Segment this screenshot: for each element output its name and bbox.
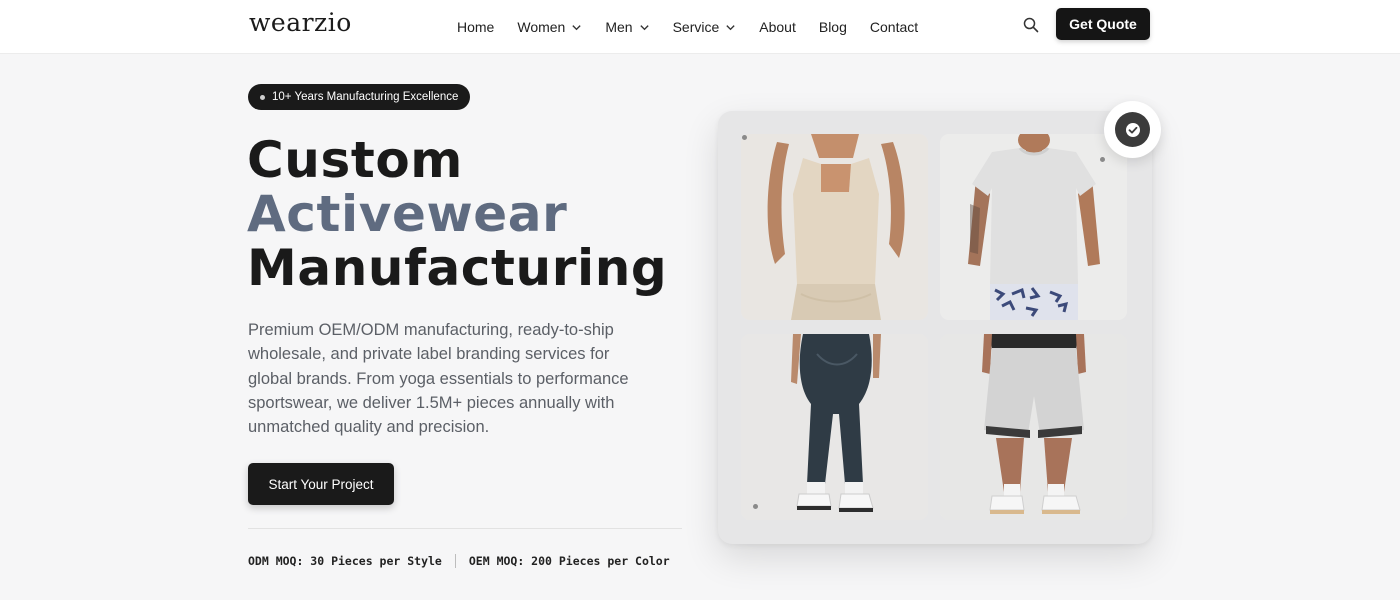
womens-tank-top-image[interactable] [741, 134, 928, 320]
mens-shorts-illustration [940, 334, 1127, 520]
chevron-down-icon [726, 24, 735, 30]
get-quote-button[interactable]: Get Quote [1056, 8, 1150, 40]
gallery-indicator-dot [753, 504, 758, 509]
badge-dot [260, 94, 265, 100]
headline-line-2: Activewear [247, 185, 568, 243]
site-header: wearzio Home Women Men Service About Blo… [0, 0, 1400, 54]
odm-moq: ODM MOQ: 30 Pieces per Style [248, 554, 442, 568]
check-icon [1125, 122, 1140, 137]
nav-item-home[interactable]: Home [457, 19, 494, 35]
verified-badge-button[interactable] [1104, 101, 1161, 158]
oem-moq: OEM MOQ: 200 Pieces per Color [468, 554, 670, 568]
nav-item-label: Service [672, 19, 720, 35]
nav-item-contact[interactable]: Contact [870, 19, 918, 35]
womens-leggings-illustration [741, 334, 928, 520]
search-icon [1023, 17, 1039, 33]
mens-tshirt-illustration [940, 134, 1127, 320]
nav-item-about[interactable]: About [759, 19, 796, 35]
nav-item-label: Contact [869, 19, 919, 35]
search-button[interactable] [1021, 15, 1041, 35]
headline-line-3: Manufacturing [247, 239, 668, 297]
moq-separator [454, 554, 456, 568]
mens-shorts-image[interactable] [940, 334, 1127, 520]
hero-headline: Custom Activewear Manufacturing [247, 133, 667, 295]
headline-line-1: Custom [247, 131, 464, 189]
nav-item-label: About [759, 19, 796, 35]
nav-item-blog[interactable]: Blog [819, 19, 847, 35]
check-circle-icon [1115, 112, 1150, 147]
hero-description: Premium OEM/ODM manufacturing, ready-to-… [248, 321, 629, 437]
womens-leggings-image[interactable] [741, 334, 928, 520]
nav-item-men[interactable]: Men [605, 19, 649, 35]
mens-tshirt-image[interactable] [940, 134, 1127, 320]
chevron-down-icon [639, 24, 649, 30]
start-project-button[interactable]: Start Your Project [248, 463, 394, 505]
logo[interactable]: wearzio [249, 8, 352, 37]
moq-info: ODM MOQ: 30 Pieces per Style OEM MOQ: 20… [248, 554, 670, 568]
gallery-indicator-dot [1100, 157, 1105, 162]
main-nav: Home Women Men Service About Blog Contac… [457, 0, 941, 54]
chevron-down-icon [572, 24, 581, 30]
nav-item-label: Home [457, 19, 495, 35]
divider [248, 528, 682, 529]
nav-item-label: Women [517, 19, 566, 35]
experience-badge: 10+ Years Manufacturing Excellence [248, 84, 471, 110]
nav-item-service[interactable]: Service [673, 19, 737, 35]
nav-item-label: Blog [818, 19, 847, 35]
gallery-indicator-dot [742, 135, 747, 140]
badge-label: 10+ Years Manufacturing Excellence [272, 91, 459, 103]
nav-item-label: Men [605, 19, 633, 35]
womens-tank-top-illustration [741, 134, 928, 320]
nav-item-women[interactable]: Women [517, 19, 582, 35]
